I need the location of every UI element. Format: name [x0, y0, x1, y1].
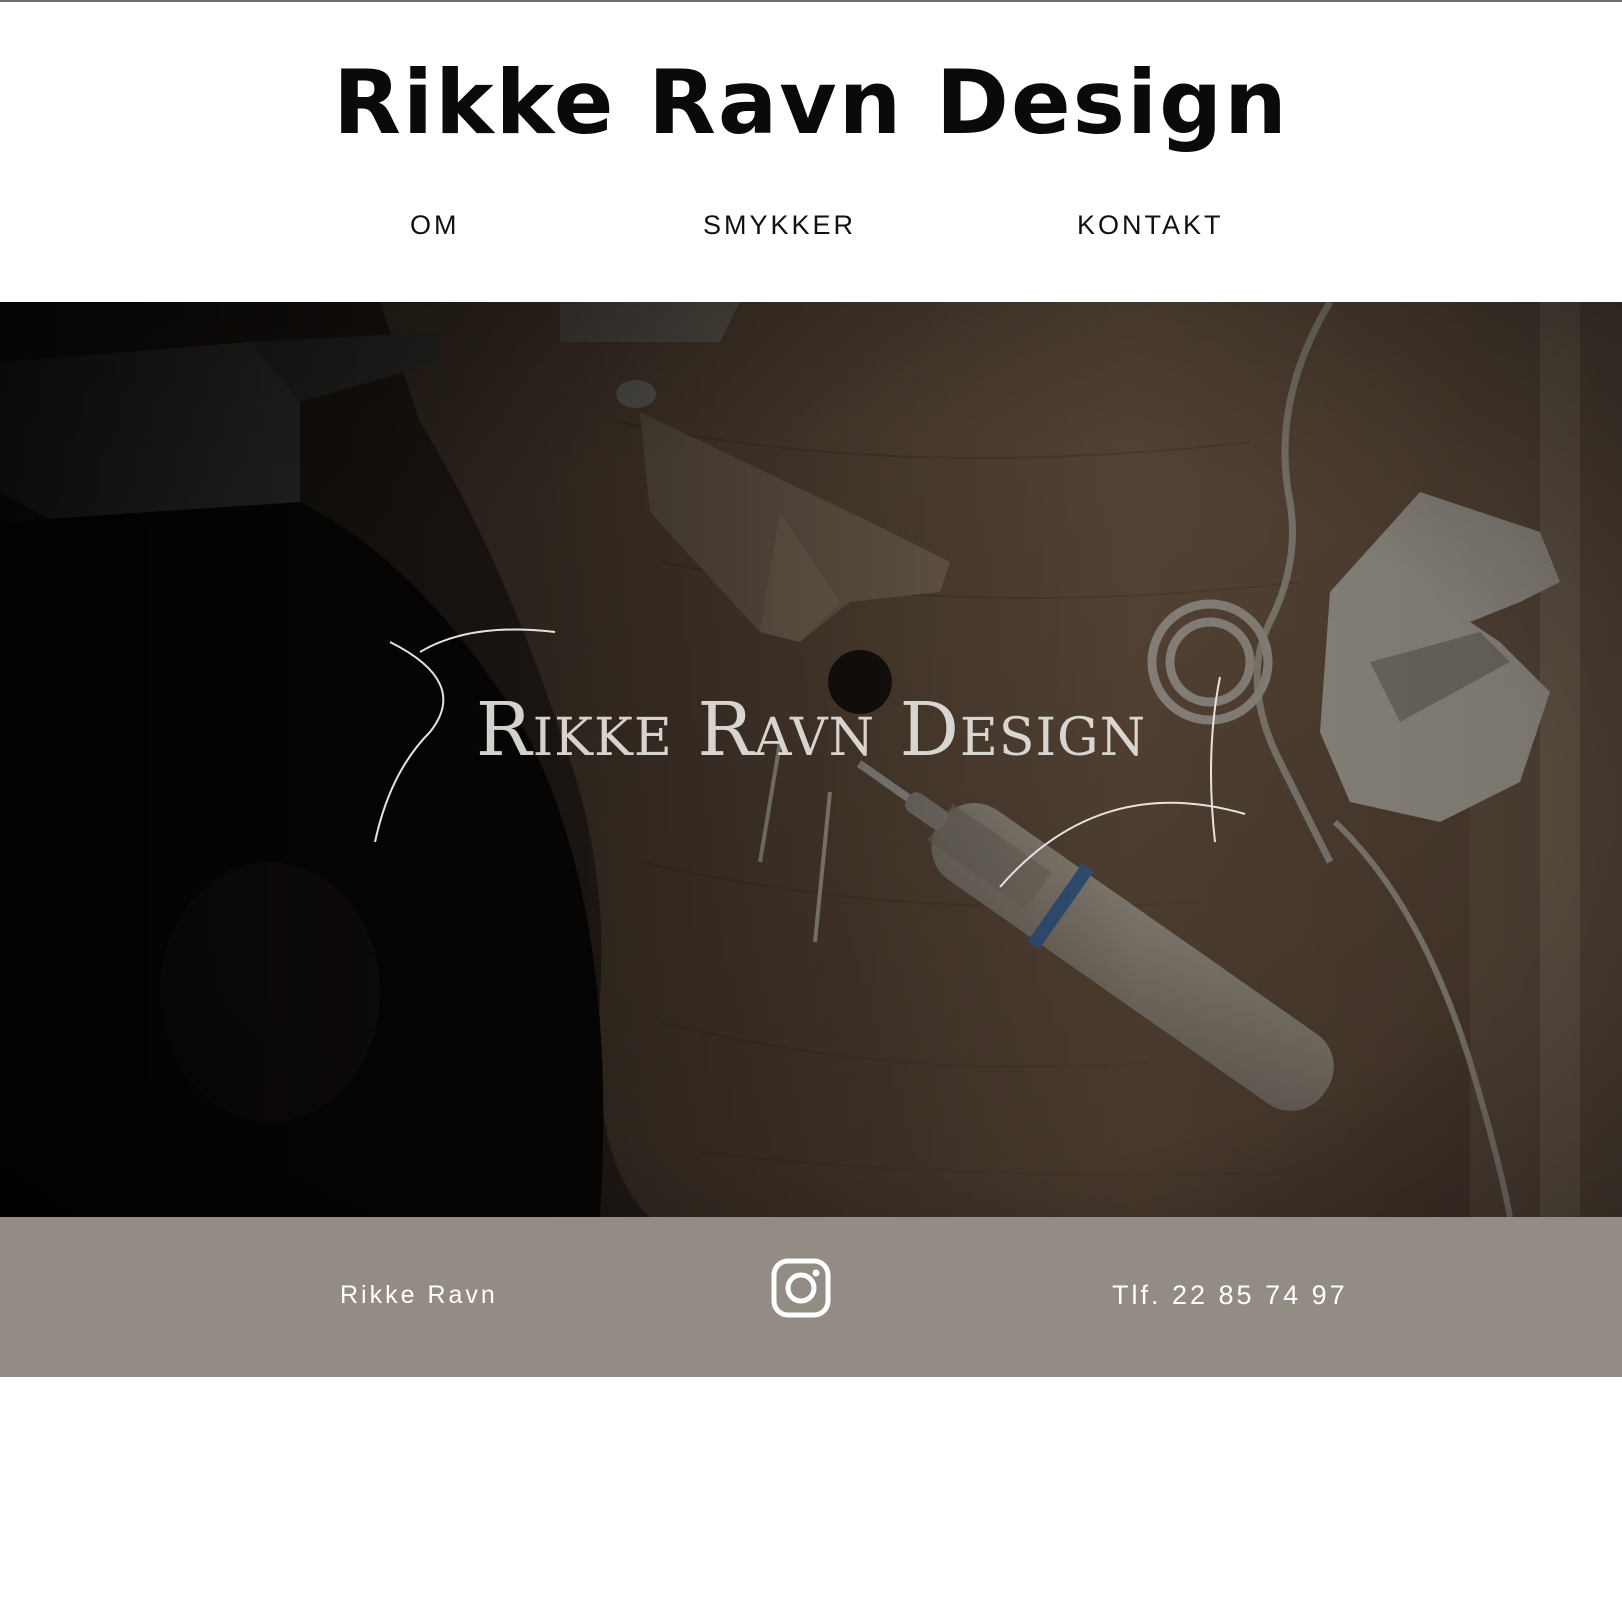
site-title[interactable]: Rikke Ravn Design	[0, 48, 1622, 158]
top-divider	[0, 0, 1622, 2]
instagram-icon[interactable]	[770, 1257, 832, 1319]
nav-item-smykker[interactable]: SMYKKER	[703, 205, 856, 245]
footer-name: Rikke Ravn	[340, 1281, 498, 1309]
nav-item-kontakt[interactable]: KONTAKT	[1077, 205, 1224, 245]
hero-logo-text: Rikke Ravn Design	[475, 687, 1147, 773]
page: Rikke Ravn Design OM SMYKKER KONTAKT Rik…	[0, 0, 1622, 1622]
hero-banner: Rikke Ravn Design	[0, 302, 1622, 1217]
main-nav: OM SMYKKER KONTAKT	[0, 205, 1622, 245]
site-footer: Rikke Ravn Tlf. 22 85 74 97	[0, 1217, 1622, 1377]
footer-phone[interactable]: Tlf. 22 85 74 97	[1112, 1275, 1348, 1315]
hero-logo: Rikke Ravn Design	[0, 687, 1622, 773]
nav-item-om[interactable]: OM	[410, 205, 460, 245]
